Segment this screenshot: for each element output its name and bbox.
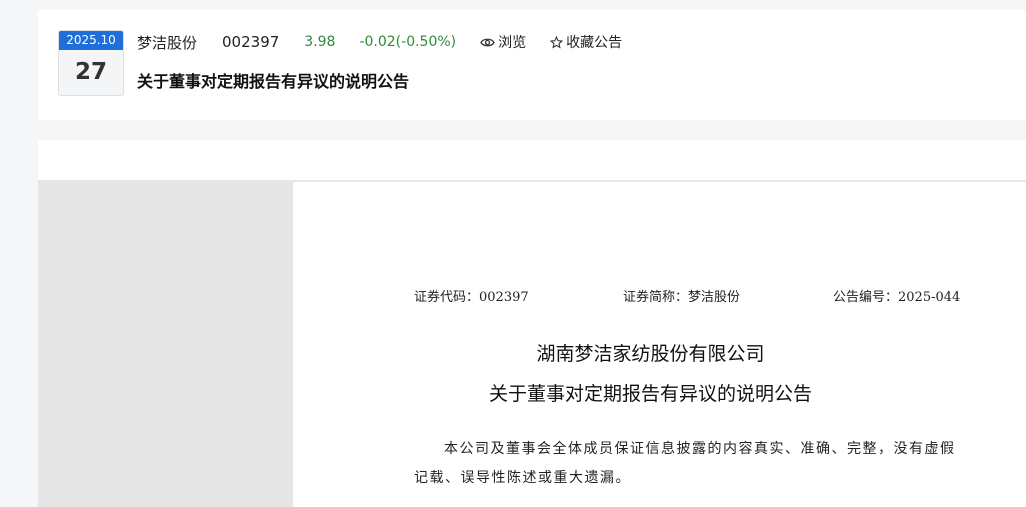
- date-badge: 2025.10 27: [58, 30, 124, 96]
- favorite-label: 收藏公告: [566, 35, 623, 51]
- stock-meta-row: 梦洁股份 002397 3.98 -0.02(-0.50%) 浏览 收藏公告: [137, 31, 622, 53]
- notice-header-card: 2025.10 27 梦洁股份 002397 3.98 -0.02(-0.50%…: [38, 10, 1026, 120]
- stock-change: -0.02(-0.50%): [359, 34, 457, 50]
- body-paragraph-line: 本公司及董事会全体成员保证信息披露的内容真实、准确、完整，没有虚假: [444, 441, 956, 457]
- stock-name-link[interactable]: 梦洁股份: [137, 32, 197, 53]
- document-company-name: 湖南梦洁家纺股份有限公司: [536, 343, 765, 365]
- document-body: 本公司及董事会全体成员保证信息披露的内容真实、准确、完整，没有虚假 记载、误导性…: [414, 435, 974, 493]
- document-title: 关于董事对定期报告有异议的说明公告: [488, 383, 812, 405]
- date-month: 2025.10: [59, 31, 123, 50]
- stock-code: 002397: [222, 33, 280, 51]
- view-count-button[interactable]: 浏览: [480, 32, 526, 52]
- document-toolbar: [38, 140, 1026, 182]
- stock-price: 3.98: [304, 34, 336, 50]
- eye-icon: [480, 38, 495, 46]
- announcement-number: 公告编号：2025-044: [833, 290, 961, 305]
- security-abbreviation: 证券简称：梦洁股份: [623, 290, 741, 305]
- notice-title: 关于董事对定期报告有异议的说明公告: [137, 72, 410, 91]
- body-paragraph-line: 记载、误导性陈述或重大遗漏。: [414, 470, 631, 486]
- document-page: 证券代码：002397 证券简称：梦洁股份 公告编号：2025-044 湖南梦洁…: [293, 182, 1026, 507]
- security-code: 证券代码：002397: [414, 290, 529, 305]
- view-label: 浏览: [498, 35, 527, 51]
- date-day: 27: [74, 59, 107, 85]
- star-outline-icon: [550, 35, 564, 48]
- document-sidebar: [38, 182, 293, 507]
- favorite-button[interactable]: 收藏公告: [550, 32, 622, 52]
